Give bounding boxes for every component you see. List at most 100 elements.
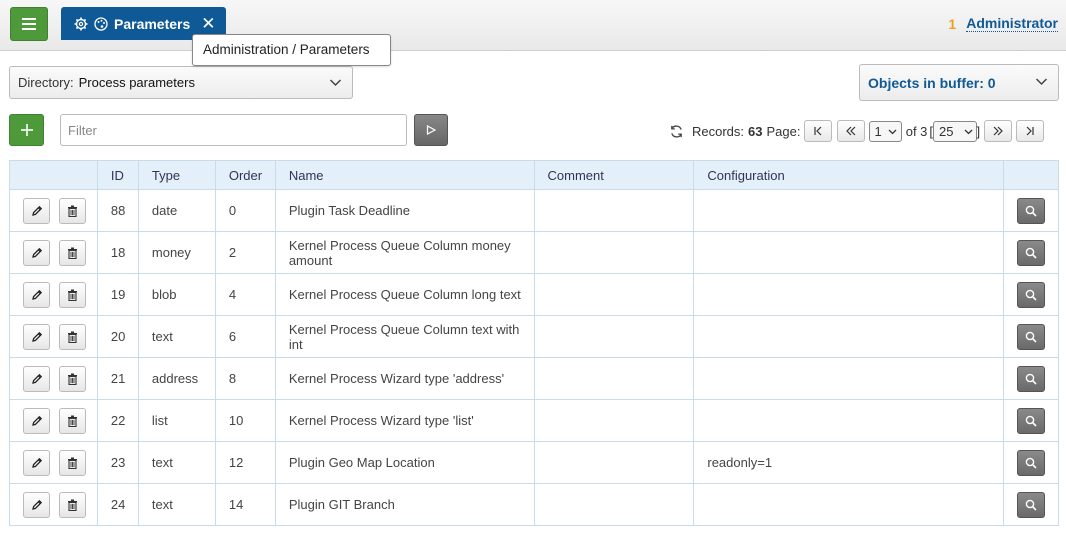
chevron-down-icon	[888, 129, 897, 134]
gear-icon	[74, 17, 88, 30]
filter-input[interactable]	[60, 114, 407, 146]
pencil-icon	[31, 457, 42, 468]
chevron-down-icon	[329, 79, 342, 87]
run-filter-button[interactable]	[414, 114, 448, 146]
edit-button[interactable]	[23, 239, 50, 266]
records-label: Records:	[692, 123, 745, 139]
cell-id: 22	[96, 399, 139, 442]
pencil-icon	[31, 205, 42, 216]
edit-button[interactable]	[23, 281, 50, 308]
cell-id: 21	[96, 357, 139, 400]
find-button[interactable]	[1016, 239, 1045, 266]
cell-comment	[533, 483, 695, 526]
cell-type: list	[137, 399, 216, 442]
cell-id: 19	[96, 273, 139, 316]
table-row: 24 text 14 Plugin GIT Branch	[9, 483, 1060, 526]
palette-icon	[94, 16, 108, 31]
search-icon	[1025, 331, 1037, 343]
column-header-find	[1002, 160, 1060, 190]
row-find	[1002, 399, 1060, 442]
cell-comment	[533, 273, 695, 316]
next-page-button[interactable]	[984, 120, 1013, 142]
refresh-icon[interactable]	[669, 124, 684, 139]
row-actions	[9, 189, 98, 232]
row-actions	[9, 315, 98, 358]
cell-comment	[533, 441, 695, 484]
edit-button[interactable]	[23, 491, 50, 518]
search-icon	[1025, 499, 1037, 511]
delete-button[interactable]	[58, 197, 86, 224]
trash-icon	[67, 415, 77, 427]
cell-name: Plugin GIT Branch	[274, 483, 535, 526]
delete-button[interactable]	[58, 491, 86, 518]
cell-name: Kernel Process Queue Column long text	[274, 273, 535, 316]
bracket-close: ]	[976, 123, 981, 139]
prev-page-button[interactable]	[837, 120, 866, 142]
main-menu-button[interactable]	[10, 7, 48, 41]
row-actions	[9, 399, 98, 442]
delete-button[interactable]	[58, 281, 86, 308]
cell-comment	[533, 231, 695, 274]
close-icon[interactable]: ✕	[201, 15, 215, 32]
first-page-button[interactable]	[804, 120, 833, 142]
cell-configuration	[693, 357, 1004, 400]
find-button[interactable]	[1016, 365, 1045, 392]
delete-button[interactable]	[58, 449, 86, 476]
parameters-table: ID Type Order Name Comment Configuration	[9, 160, 1060, 526]
cell-order: 12	[214, 441, 276, 484]
delete-button[interactable]	[58, 365, 86, 392]
page-select[interactable]: 1	[869, 120, 902, 142]
top-bar: Parameters ✕ 1 Administrator	[0, 0, 1066, 51]
objects-buffer-dropdown[interactable]: Objects in buffer: 0	[859, 64, 1059, 101]
edit-button[interactable]	[23, 365, 50, 392]
find-button[interactable]	[1016, 449, 1045, 476]
cell-type: text	[137, 483, 216, 526]
search-icon	[1025, 289, 1037, 301]
table-row: 19 blob 4 Kernel Process Queue Column lo…	[9, 273, 1060, 316]
edit-button[interactable]	[23, 407, 50, 434]
column-header-type: Type	[137, 160, 216, 190]
find-button[interactable]	[1016, 491, 1045, 518]
delete-button[interactable]	[58, 239, 86, 266]
column-header-actions	[9, 160, 98, 190]
user-menu-link[interactable]: Administrator	[966, 15, 1058, 32]
search-icon	[1025, 205, 1037, 217]
plus-icon	[20, 124, 33, 136]
column-header-configuration: Configuration	[693, 160, 1004, 190]
edit-button[interactable]	[23, 197, 50, 224]
cell-name: Kernel Process Queue Column text with in…	[274, 315, 535, 358]
notification-count[interactable]: 1	[948, 16, 956, 32]
cell-name: Kernel Process Wizard type 'address'	[274, 357, 535, 400]
double-chevron-left-icon	[846, 126, 856, 136]
search-icon	[1025, 415, 1037, 427]
double-chevron-right-icon	[993, 126, 1003, 136]
cell-id: 20	[96, 315, 139, 358]
cell-id: 24	[96, 483, 139, 526]
row-find	[1002, 231, 1060, 274]
find-button[interactable]	[1016, 281, 1045, 308]
table-row: 18 money 2 Kernel Process Queue Column m…	[9, 231, 1060, 274]
find-button[interactable]	[1016, 407, 1045, 434]
find-button[interactable]	[1016, 197, 1045, 224]
add-button[interactable]	[9, 114, 44, 146]
trash-icon	[67, 457, 77, 469]
directory-select[interactable]: Directory: Process parameters	[9, 66, 353, 99]
trash-icon	[67, 247, 77, 259]
cell-type: blob	[137, 273, 216, 316]
cell-name: Kernel Process Wizard type 'list'	[274, 399, 535, 442]
tab-label: Parameters	[114, 15, 191, 32]
find-button[interactable]	[1016, 323, 1045, 350]
cell-name: Plugin Geo Map Location	[274, 441, 535, 484]
page-size-select[interactable]: 25	[933, 120, 977, 142]
cell-configuration	[693, 189, 1004, 232]
last-page-button[interactable]	[1016, 120, 1045, 142]
delete-button[interactable]	[58, 407, 86, 434]
cell-comment	[533, 399, 695, 442]
edit-button[interactable]	[23, 323, 50, 350]
tab-tooltip: Administration / Parameters	[192, 34, 391, 66]
edit-button[interactable]	[23, 449, 50, 476]
row-actions	[9, 357, 98, 400]
records-count: 63	[748, 123, 763, 139]
delete-button[interactable]	[58, 323, 86, 350]
search-icon	[1025, 373, 1037, 385]
